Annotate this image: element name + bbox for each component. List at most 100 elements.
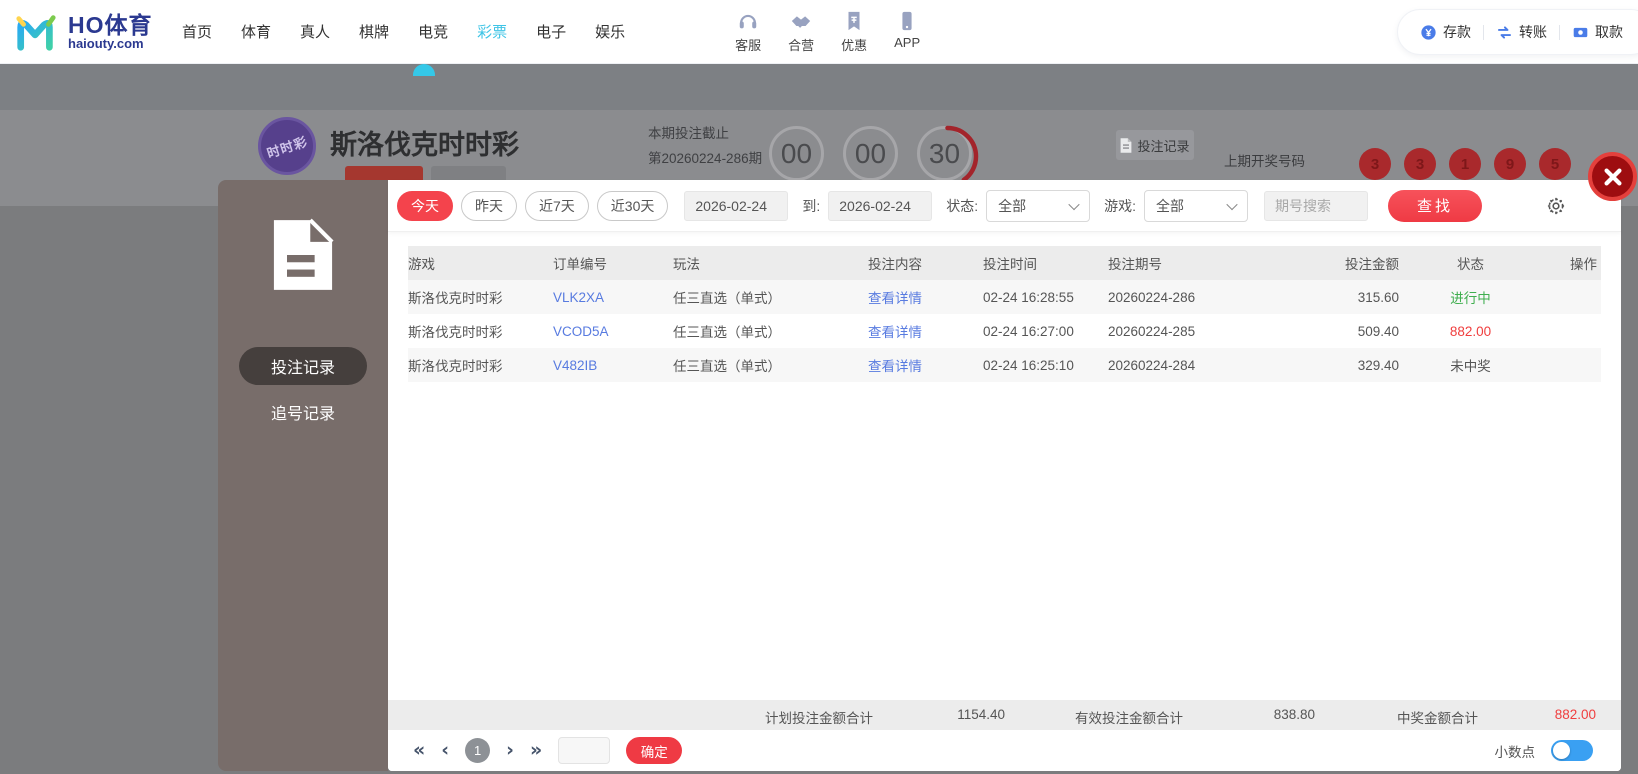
wallet-action-1[interactable]: 存款 (1420, 22, 1471, 42)
quick-links: 客服 合营 优惠 APP (726, 10, 929, 54)
gear-icon[interactable] (1545, 195, 1567, 217)
quick-link-1[interactable]: 客服 (726, 10, 770, 54)
cell-play: 任三直选（单式） (673, 291, 781, 306)
cell-play: 任三直选（单式） (673, 359, 781, 374)
brand-text: HO体育 haiouty.com (68, 13, 153, 51)
valid-total-label: 有效投注金额合计 (1075, 711, 1183, 726)
cell-amount: 329.40 (1357, 357, 1399, 373)
partnership-icon (791, 15, 811, 28)
cell-amount: 315.60 (1357, 289, 1399, 305)
issue-search-input[interactable] (1264, 190, 1369, 221)
status-filter-label: 状态: (946, 197, 979, 214)
date-from-input[interactable] (684, 190, 789, 221)
cell-game: 斯洛伐克时时彩 (408, 359, 503, 374)
nav-item-8[interactable]: 娱乐 (590, 17, 630, 46)
next-page-button[interactable]: › (506, 741, 514, 760)
wallet-action-3[interactable]: 取款 (1572, 22, 1623, 42)
brand-logo-icon (16, 14, 56, 51)
cell-time: 02-24 16:27:00 (983, 323, 1074, 339)
plan-total-label: 计划投注金额合计 (765, 711, 873, 726)
cell-content[interactable]: 查看详情 (868, 287, 983, 307)
official-play-button-clipped (345, 166, 423, 180)
top-header: HO体育 haiouty.com 首页 体育 真人 棋牌 电竞 彩票 电子 娱乐 客服 合营 优惠… (0, 0, 1638, 64)
col-header-8: 状态 (1457, 257, 1484, 272)
wallet-actions: 存款 转账 取款 (1397, 9, 1638, 55)
status-select-value: 全部 (998, 197, 1027, 214)
draw-ball-3: 1 (1449, 148, 1481, 180)
pagination-bar: « ‹ 1 › » 确定 小数点 (388, 730, 1621, 771)
filter-pill-2[interactable]: 昨天 (461, 190, 517, 221)
cell-order[interactable]: VLK2XA (553, 290, 673, 305)
divider (1559, 24, 1560, 40)
user-bar (0, 64, 1638, 110)
brand-logo[interactable]: HO体育 haiouty.com (0, 12, 165, 52)
toggle-knob (1553, 742, 1570, 759)
modal-close-button[interactable] (1588, 152, 1637, 201)
page-jump-input[interactable] (558, 737, 611, 764)
quick-link-label: 客服 (735, 37, 762, 53)
date-to-label: 到: (802, 197, 821, 214)
table-row: 斯洛伐克时时彩 VCOD5A 任三直选（单式） 查看详情 02-24 16:27:00 2… (408, 314, 1601, 348)
table-body: 斯洛伐克时时彩 VLK2XA 任三直选（单式） 查看详情 02-24 16:28:55 2… (408, 280, 1601, 382)
nav-item-3[interactable]: 真人 (295, 17, 335, 46)
game-filter-label: 游戏: (1104, 197, 1137, 214)
quick-link-label: 优惠 (841, 37, 868, 53)
col-header-5: 投注时间 (983, 257, 1037, 272)
cell-status: 882.00 (1449, 323, 1492, 339)
table-header-row: 游戏 订单编号 玩法 投注内容 投注时间 投注期号 投注金额 状态 操作 (408, 246, 1601, 280)
cell-issue: 20260224-284 (1108, 357, 1196, 373)
wallet-action-label: 存款 (1443, 24, 1471, 40)
search-button[interactable]: 查找 (1388, 189, 1483, 222)
col-header-9: 操作 (1570, 257, 1597, 272)
cell-issue: 20260224-286 (1108, 289, 1196, 305)
plan-total-value: 1154.40 (957, 707, 1005, 722)
current-page-badge[interactable]: 1 (465, 738, 491, 763)
nav-item-4[interactable]: 棋牌 (354, 17, 394, 46)
filter-pill-4[interactable]: 近30天 (596, 190, 669, 221)
divider (1483, 24, 1484, 40)
col-header-4: 投注内容 (868, 257, 922, 272)
status-select[interactable]: 全部 (986, 189, 1091, 222)
countdown-circle-3: 30 (916, 125, 979, 188)
cell-order[interactable]: V482IB (553, 358, 673, 373)
last-page-button[interactable]: » (530, 741, 542, 760)
col-header-2: 订单编号 (553, 257, 607, 272)
last-draw-label: 上期开奖号码 (1224, 154, 1305, 169)
cell-issue: 20260224-285 (1108, 323, 1196, 339)
mobile-app-icon (902, 11, 912, 30)
quick-link-3[interactable]: 优惠 (832, 10, 876, 54)
filter-pill-3[interactable]: 近7天 (525, 190, 589, 221)
sidebar-item-2[interactable]: 追号记录 (239, 393, 367, 431)
wallet-action-2[interactable]: 转账 (1496, 22, 1547, 42)
cell-content[interactable]: 查看详情 (868, 355, 983, 375)
quick-link-label: 合营 (788, 37, 815, 53)
sidebar-item-1[interactable]: 投注记录 (239, 347, 367, 385)
page-confirm-button[interactable]: 确定 (626, 737, 683, 764)
nav-item-2[interactable]: 体育 (236, 17, 276, 46)
nav-item-1[interactable]: 首页 (177, 17, 217, 46)
bet-record-button[interactable]: 投注记录 (1116, 130, 1194, 160)
summary-row: 计划投注金额合计 1154.40 有效投注金额合计 838.80 中奖金额合计 … (388, 700, 1621, 730)
cell-order[interactable]: VCOD5A (553, 324, 673, 339)
prev-page-button[interactable]: ‹ (441, 741, 449, 760)
cell-content[interactable]: 查看详情 (868, 321, 983, 341)
first-page-button[interactable]: « (413, 741, 425, 760)
lottery-badge: 时时彩 (258, 117, 316, 175)
filter-pill-1[interactable]: 今天 (397, 190, 453, 221)
deadline-label: 本期投注截止 (648, 126, 729, 141)
nav-item-6[interactable]: 彩票 (472, 17, 512, 46)
quick-link-4[interactable]: APP (885, 10, 929, 50)
countdown-circle-2: 00 (843, 126, 898, 181)
valid-total-value: 838.80 (1273, 707, 1315, 722)
credit-play-button-clipped (431, 166, 506, 180)
nav-item-5[interactable]: 电竞 (413, 17, 453, 46)
last-draw-numbers: 33195 (1359, 148, 1571, 180)
bet-record-button-label: 投注记录 (1137, 138, 1190, 154)
nav-item-7[interactable]: 电子 (531, 17, 571, 46)
cell-game: 斯洛伐克时时彩 (408, 325, 503, 340)
decimal-toggle-switch[interactable] (1551, 740, 1593, 761)
col-header-7: 投注金额 (1345, 257, 1399, 272)
date-to-input[interactable] (828, 190, 933, 221)
game-select[interactable]: 全部 (1144, 189, 1249, 222)
quick-link-2[interactable]: 合营 (779, 10, 823, 54)
